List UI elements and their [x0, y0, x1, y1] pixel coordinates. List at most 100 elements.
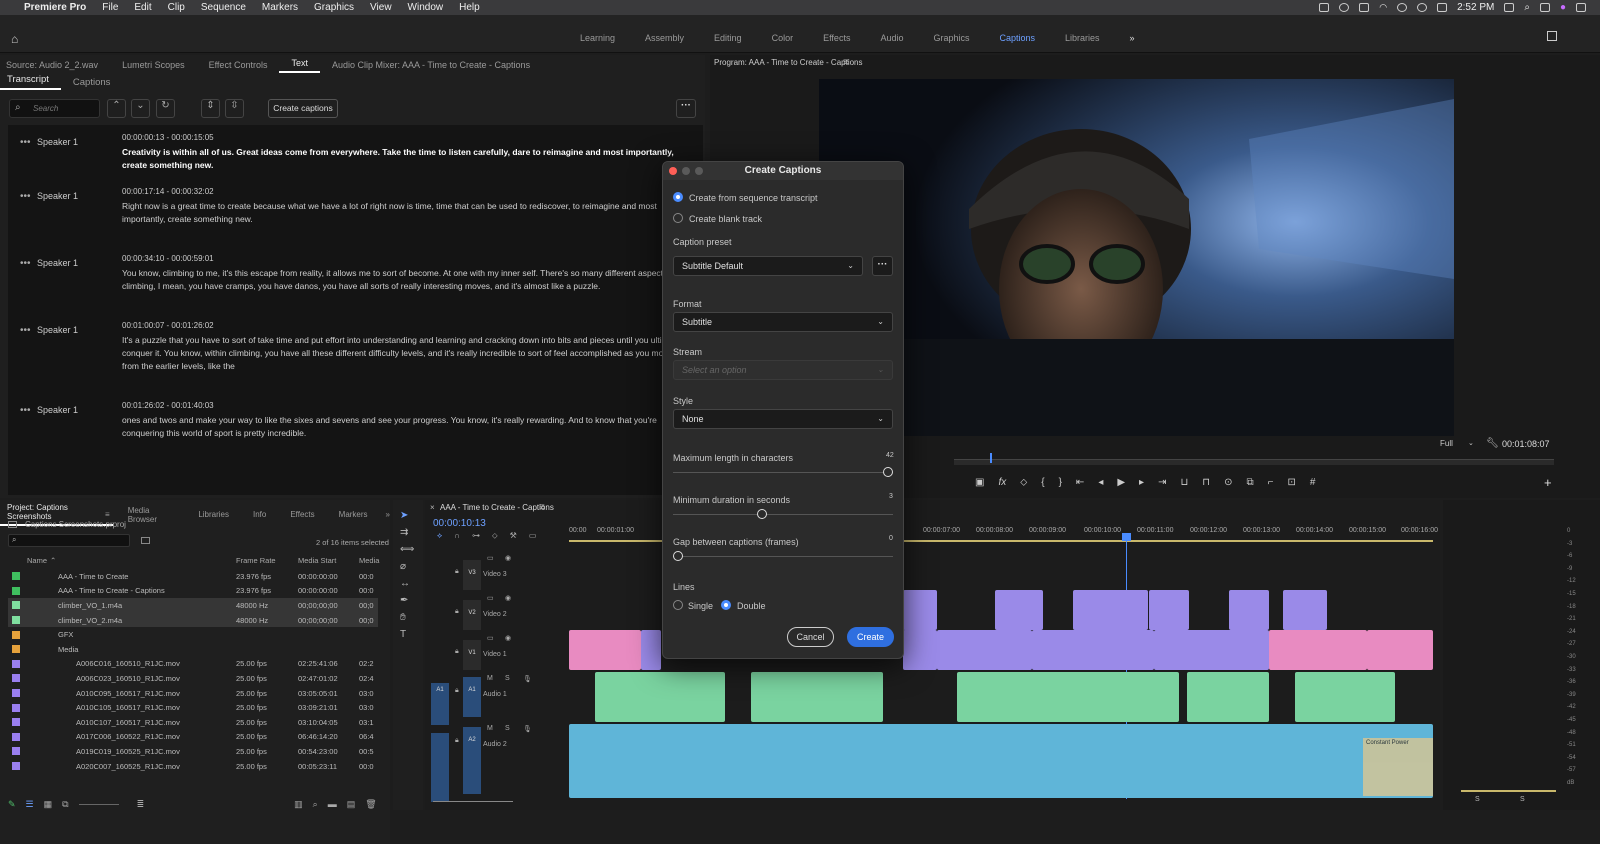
slider-knob[interactable]	[883, 467, 893, 477]
video-clip[interactable]	[641, 630, 661, 670]
list-item[interactable]: A010C107_160517_R1JC.mov 25.00 fps 03:10:0…	[8, 715, 378, 730]
label-color-swatch[interactable]	[12, 645, 20, 654]
expand-icon[interactable]: ⇕	[201, 99, 220, 118]
eye-icon[interactable]: ◉	[505, 594, 511, 602]
more-icon[interactable]: •••	[20, 258, 31, 269]
timeline-menu-icon[interactable]: ≡	[539, 502, 545, 513]
gap-slider[interactable]	[673, 551, 893, 561]
format-select[interactable]: Subtitle ⌄	[673, 312, 893, 332]
more-panels-icon[interactable]: »	[386, 510, 390, 519]
list-item[interactable]: A020C007_160525_R1JC.mov 25.00 fps 00:05:2…	[8, 759, 378, 774]
transcript-text[interactable]: Creativity is within all of us. Great id…	[122, 146, 692, 172]
list-item[interactable]: climber_VO_1.m4a 48000 Hz 00;00;00;00 00;0	[8, 598, 378, 613]
next-result-button[interactable]: ⌄	[131, 99, 150, 118]
label-color-swatch[interactable]	[12, 762, 20, 771]
selection-tool-icon[interactable]: ➤	[400, 510, 414, 521]
more-options-icon[interactable]: ···	[676, 99, 696, 118]
label-color-swatch[interactable]	[12, 659, 20, 668]
track-id[interactable]: A1	[463, 677, 481, 717]
slip-tool-icon[interactable]: ↔	[400, 578, 414, 589]
add-marker-icon[interactable]: ⬦	[492, 531, 498, 541]
label-color-swatch[interactable]	[12, 703, 20, 712]
workspace-libraries[interactable]: Libraries	[1050, 33, 1115, 43]
program-menu-icon[interactable]: ≡	[843, 57, 849, 68]
track-id[interactable]: A2	[463, 727, 481, 794]
prev-result-button[interactable]: ⌃	[107, 99, 126, 118]
video-clip[interactable]	[1154, 630, 1269, 670]
transcript-text[interactable]: It's a puzzle that you have to sort of t…	[122, 334, 692, 373]
slider-knob[interactable]	[673, 551, 683, 561]
add-button-icon[interactable]: +	[1544, 475, 1552, 490]
menu-sequence[interactable]: Sequence	[193, 2, 254, 13]
track-header[interactable]: 🔒︎ A2 M S 🎙︎ Audio 2	[425, 723, 565, 802]
pencil-icon[interactable]: ✎	[8, 799, 16, 810]
bluetooth-icon[interactable]	[1359, 3, 1370, 12]
project-menu-icon[interactable]: ≡	[105, 510, 110, 519]
menu-graphics[interactable]: Graphics	[306, 2, 362, 13]
workspace-color[interactable]: Color	[757, 33, 809, 43]
eye-icon[interactable]: ◉	[505, 634, 511, 642]
min-duration-slider[interactable]	[673, 509, 893, 519]
app-menu[interactable]: Premiere Pro	[16, 2, 94, 13]
settings-wrench-icon[interactable]: ⚒	[510, 531, 517, 541]
list-item[interactable]: GFX	[8, 627, 378, 642]
menu-view[interactable]: View	[362, 2, 400, 13]
solo-button[interactable]: S	[505, 725, 510, 732]
wrench-icon[interactable]: 🔧︎	[1486, 438, 1499, 449]
style-select[interactable]: None ⌄	[673, 409, 893, 429]
track-select-tool-icon[interactable]: ⇉	[400, 527, 414, 538]
caption-preset-select[interactable]: Subtitle Default ⌄	[673, 256, 863, 276]
workspace-effects[interactable]: Effects	[808, 33, 865, 43]
toggle-output-icon[interactable]: ▭	[487, 554, 494, 562]
new-item-icon[interactable]: ▤	[347, 799, 356, 810]
tab-effect-controls[interactable]: Effect Controls	[197, 60, 280, 70]
notification-icon[interactable]	[1576, 3, 1586, 12]
video-clip[interactable]	[1367, 630, 1433, 670]
search-field[interactable]: ⌕ Search	[9, 99, 100, 118]
solo-button[interactable]: S	[505, 675, 510, 682]
hand-tool-icon[interactable]: ✋︎	[400, 612, 414, 623]
control-center-icon[interactable]	[1504, 3, 1515, 12]
fx-icon[interactable]: fx	[998, 477, 1006, 488]
list-item[interactable]: A006C016_160510_R1JC.mov 25.00 fps 02:25:4…	[8, 657, 378, 672]
snap-icon[interactable]: ∩	[454, 531, 460, 541]
lock-icon[interactable]: 🔒︎	[455, 687, 459, 695]
workspace-assembly[interactable]: Assembly	[630, 33, 699, 43]
linked-icon[interactable]: ⊶	[472, 531, 480, 541]
opt-sequence-label[interactable]: Create from sequence transcript	[689, 193, 818, 203]
tab-audio-clip-mixer[interactable]: Audio Clip Mixer: AAA - Time to Create -…	[320, 60, 542, 70]
col-media[interactable]: Media	[359, 556, 379, 565]
create-button[interactable]: Create	[847, 627, 894, 647]
stream-select[interactable]: Select an option ⌄	[673, 360, 893, 380]
sort-icon[interactable]: ⌃	[50, 556, 56, 565]
transcript-text[interactable]: Right now is a great time to create beca…	[122, 200, 692, 226]
audio-clip[interactable]	[1187, 672, 1269, 722]
sort-menu-icon[interactable]: ≣	[137, 799, 145, 810]
compare-icon[interactable]: ⧉	[1246, 477, 1253, 488]
tab-source[interactable]: Source: Audio 2_2.wav	[0, 60, 110, 70]
lock-icon[interactable]: 🔒︎	[455, 568, 459, 576]
menu-icon[interactable]	[1539, 3, 1550, 12]
mic-icon[interactable]: 🎙︎	[523, 675, 532, 683]
find-icon[interactable]: ⌕	[313, 799, 318, 810]
timemachine-icon[interactable]	[1339, 3, 1350, 12]
preset-more-icon[interactable]: ···	[872, 256, 893, 276]
zoom-slider[interactable]	[78, 803, 119, 805]
razor-tool-icon[interactable]: ⌀	[400, 561, 414, 572]
video-clip[interactable]	[1149, 590, 1189, 630]
slider-knob[interactable]	[757, 509, 767, 519]
audio-clip[interactable]	[957, 672, 1115, 722]
radio-blank-track[interactable]	[673, 213, 683, 223]
source-patch[interactable]: A1	[431, 683, 449, 725]
vr-icon[interactable]: ⊡	[1287, 477, 1295, 488]
tab-captions[interactable]: Captions	[61, 77, 123, 88]
track-id[interactable]: V2	[463, 600, 481, 630]
workspace-editing[interactable]: Editing	[699, 33, 757, 43]
play-icon[interactable]	[1417, 3, 1428, 12]
wifi-icon[interactable]: ◠	[1379, 2, 1387, 13]
video-clip[interactable]	[995, 590, 1043, 630]
list-item[interactable]: AAA - Time to Create 23.976 fps 00:00:00:0…	[8, 569, 378, 584]
solo-left-button[interactable]: S	[1475, 796, 1480, 803]
speaker-label[interactable]: Speaker 1	[37, 191, 78, 201]
timeline-timecode[interactable]: 00:00:10:13	[433, 518, 486, 529]
